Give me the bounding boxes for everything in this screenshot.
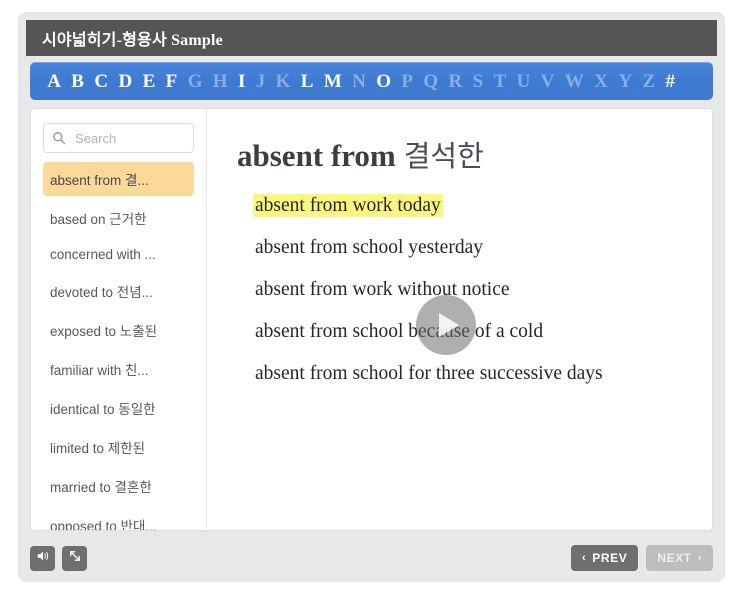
list-item[interactable]: opposed to 반대... [43, 508, 194, 530]
alphabet-letter-o[interactable]: O [371, 72, 396, 91]
window-title: 시야넓히기-형용사 Sample [42, 32, 223, 49]
alphabet-letter-n[interactable]: N [347, 72, 371, 91]
alphabet-letter-y[interactable]: Y [613, 72, 637, 91]
app-frame: 시야넓히기-형용사 Sample ABCDEFGHIJKLMNOPQRSTUVW… [18, 12, 725, 582]
example-sentence-text: absent from work today [253, 194, 443, 217]
example-sentence-text: absent from school because of a cold [255, 321, 544, 342]
alphabet-letter-g[interactable]: G [182, 72, 207, 91]
alphabet-letter-f[interactable]: F [160, 72, 182, 91]
list-item[interactable]: based on 근거한 [43, 201, 194, 235]
play-icon [439, 313, 459, 337]
example-sentence-text: absent from school yesterday [255, 237, 483, 258]
entry-title-ko: 결석한 [403, 141, 484, 173]
alphabet-letter-h[interactable]: H [208, 72, 233, 91]
next-button-label: NEXT [657, 551, 692, 565]
volume-button[interactable] [30, 545, 55, 571]
alphabet-letter-l[interactable]: L [296, 72, 319, 91]
chevron-right-icon: › [697, 552, 702, 564]
alphabet-letter-e[interactable]: E [137, 72, 160, 91]
list-item[interactable]: devoted to 전념... [43, 274, 194, 308]
sidebar: absent from 결... based on 근거한 concerned wi… [31, 109, 207, 530]
sentence-list: absent from work today absent from school… [237, 189, 688, 391]
entry-title-en: absent from [237, 138, 396, 173]
alphabet-letter-r[interactable]: R [443, 72, 467, 91]
title-bar: 시야넓히기-형용사 Sample [26, 20, 717, 56]
word-list: absent from 결... based on 근거한 concerned wi… [43, 162, 194, 530]
list-item[interactable]: absent from 결... [43, 162, 194, 196]
bottom-toolbar: ‹ PREV NEXT › [30, 541, 713, 575]
search-input[interactable] [73, 129, 185, 147]
alphabet-letter-w[interactable]: W [560, 72, 589, 91]
alphabet-letter-i[interactable]: I [233, 72, 251, 91]
alphabet-letter-hash[interactable]: # [660, 72, 680, 91]
next-button[interactable]: NEXT › [646, 545, 713, 571]
example-sentence[interactable]: absent from school for three successive … [253, 357, 688, 391]
search-box[interactable] [43, 123, 194, 153]
alphabet-letter-p[interactable]: P [396, 72, 418, 91]
list-item[interactable]: married to 결혼한 [43, 469, 194, 503]
prev-button-label: PREV [592, 551, 628, 565]
list-item[interactable]: identical to 동일한 [43, 391, 194, 425]
alphabet-nav-wrap: A B C D E F G H I J K L M N O P Q R S T U V W X Y Z # [26, 56, 717, 100]
list-item[interactable]: familiar with 친... [43, 352, 194, 386]
alphabet-letter-q[interactable]: Q [418, 72, 443, 91]
list-item[interactable]: limited to 제한된 [43, 430, 194, 464]
entry-title: absent from 결석한 [237, 133, 688, 175]
alphabet-letter-v[interactable]: V [536, 72, 560, 91]
alphabet-letter-k[interactable]: K [270, 72, 295, 91]
resize-icon [68, 549, 82, 568]
alphabet-letter-x[interactable]: X [589, 72, 613, 91]
chevron-left-icon: ‹ [581, 552, 587, 564]
volume-icon [36, 549, 50, 568]
content-card: absent from 결... based on 근거한 concerned wi… [30, 108, 713, 531]
alphabet-letter-s[interactable]: S [467, 72, 488, 91]
alphabet-letter-z[interactable]: Z [637, 72, 660, 91]
list-item[interactable]: concerned with ... [43, 240, 194, 269]
alphabet-letter-t[interactable]: T [488, 72, 511, 91]
alphabet-letter-a[interactable]: A [42, 72, 66, 91]
prev-button[interactable]: ‹ PREV [570, 545, 639, 571]
search-icon [52, 131, 66, 145]
alphabet-letter-j[interactable]: J [251, 72, 271, 91]
alphabet-letter-d[interactable]: D [113, 72, 137, 91]
alphabet-letter-c[interactable]: C [89, 72, 113, 91]
alphabet-letter-m[interactable]: M [319, 72, 347, 91]
alphabet-nav[interactable]: A B C D E F G H I J K L M N O P Q R S T U V W X Y Z # [30, 62, 713, 100]
alphabet-letter-b[interactable]: B [66, 72, 89, 91]
resize-button[interactable] [62, 545, 87, 571]
play-button[interactable] [416, 295, 476, 355]
list-item[interactable]: exposed to 노출된 [43, 313, 194, 347]
example-sentence-text: absent from school for three successive … [255, 363, 603, 384]
example-sentence[interactable]: absent from work without notice [253, 273, 688, 307]
example-sentence[interactable]: absent from work today [253, 189, 688, 223]
detail-pane: absent from 결석한 absent from work today abs… [207, 109, 712, 530]
example-sentence[interactable]: absent from school yesterday [253, 231, 688, 265]
alphabet-letter-u[interactable]: U [511, 72, 535, 91]
example-sentence-text: absent from work without notice [255, 279, 510, 300]
